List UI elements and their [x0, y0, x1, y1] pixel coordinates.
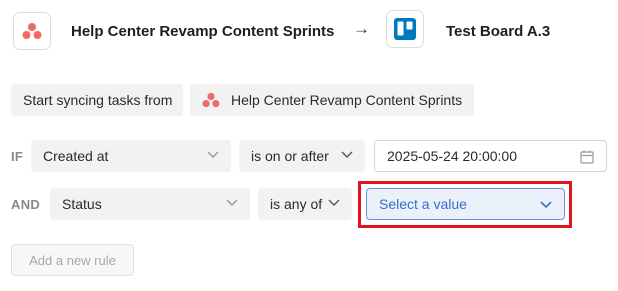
rule-operator-value: is on or after	[251, 148, 329, 164]
source-project-title: Help Center Revamp Content Sprints	[71, 23, 335, 40]
status-value-select[interactable]: Select a value	[366, 188, 565, 220]
date-value-input[interactable]: 2025-05-24 20:00:00	[374, 140, 607, 172]
rule-field-value: Status	[62, 196, 102, 212]
add-rule-button[interactable]: Add a new rule	[11, 244, 134, 276]
status-value-placeholder: Select a value	[379, 196, 467, 212]
sync-from-label: Start syncing tasks from	[11, 84, 183, 116]
target-board-title: Test Board A.3	[446, 23, 551, 40]
calendar-icon[interactable]	[580, 150, 594, 164]
source-project-selector[interactable]: Help Center Revamp Content Sprints	[190, 84, 474, 116]
rule-keyword-if: IF	[11, 149, 24, 164]
asana-logo-icon	[13, 12, 51, 50]
chevron-down-icon	[341, 151, 353, 158]
rule-field-select[interactable]: Created at	[31, 140, 231, 172]
date-value: 2025-05-24 20:00:00	[387, 148, 517, 164]
rule-field-select[interactable]: Status	[50, 188, 250, 220]
chevron-down-icon	[207, 151, 219, 158]
source-project-name: Help Center Revamp Content Sprints	[231, 92, 463, 108]
chevron-down-icon	[540, 201, 552, 209]
asana-logo-icon	[202, 92, 220, 108]
rule-operator-value: is any of	[270, 196, 323, 212]
rule-keyword-and: AND	[11, 197, 41, 212]
rule-operator-select[interactable]: is on or after	[239, 140, 365, 172]
trello-logo-icon	[386, 10, 424, 48]
chevron-down-icon	[328, 199, 340, 206]
chevron-down-icon	[226, 199, 238, 206]
sync-direction-arrow: →	[353, 19, 370, 38]
rule-field-value: Created at	[43, 148, 109, 164]
rule-operator-select[interactable]: is any of	[258, 188, 352, 220]
